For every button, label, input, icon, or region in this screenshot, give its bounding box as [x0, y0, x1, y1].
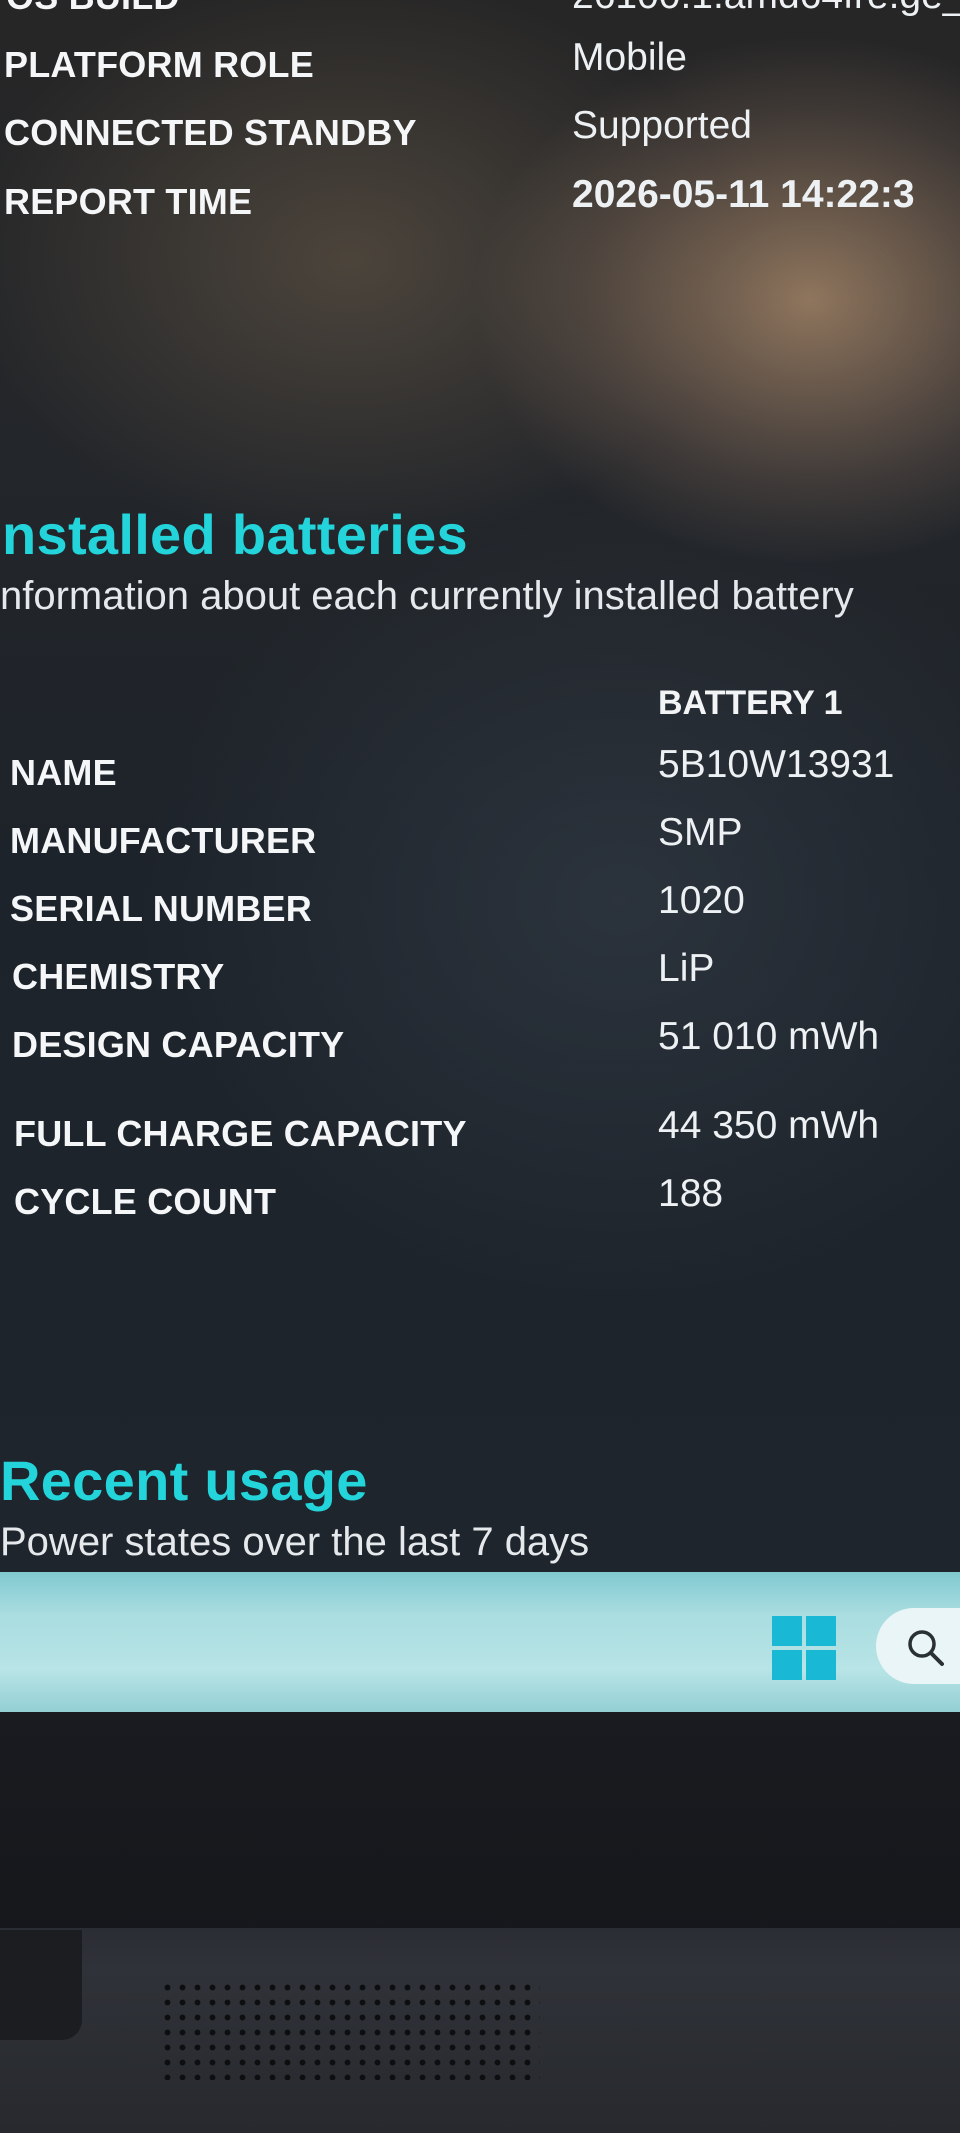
battery-report-page: OS BUILD 26100.1.amd64fre.ge_ PLATFORM R…: [0, 0, 960, 1572]
battery-design-capacity-value: 51 010 mWh: [658, 1015, 880, 1058]
platform-role-value: Mobile: [572, 36, 687, 79]
battery-design-capacity-label: DESIGN CAPACITY: [12, 1024, 345, 1065]
search-button[interactable]: [876, 1608, 960, 1684]
hinge-corner: [0, 1930, 82, 2040]
connected-standby-label: CONNECTED STANDBY: [4, 112, 417, 153]
report-time-label: REPORT TIME: [4, 181, 253, 222]
recent-usage-heading: Recent usage: [0, 1449, 368, 1512]
speaker-grille: [160, 1980, 540, 2080]
search-icon: [908, 1630, 944, 1666]
connected-standby-value: Supported: [572, 104, 752, 147]
battery-chemistry-value: LiP: [658, 947, 715, 990]
battery-serial-number-label: SERIAL NUMBER: [10, 888, 312, 929]
report-time-value: 2026-05-11 14:22:3: [572, 173, 915, 216]
photo-of-laptop-screen: OS BUILD 26100.1.amd64fre.ge_ PLATFORM R…: [0, 0, 960, 2133]
battery-manufacturer-value: SMP: [658, 811, 743, 854]
battery-chemistry-label: CHEMISTRY: [12, 956, 225, 997]
platform-role-label: PLATFORM ROLE: [4, 44, 314, 85]
battery-full-charge-capacity-value: 44 350 mWh: [658, 1104, 880, 1147]
os-build-value: 26100.1.amd64fre.ge_: [572, 0, 960, 18]
installed-batteries-subtitle: nformation about each currently installe…: [0, 574, 854, 618]
battery-name-value: 5B10W13931: [658, 743, 895, 786]
recent-usage-subtitle: Power states over the last 7 days: [0, 1520, 590, 1564]
installed-batteries-heading: nstalled batteries: [2, 503, 469, 566]
battery-cycle-count-value: 188: [658, 1172, 724, 1215]
screen-bezel: [0, 1712, 960, 1942]
taskbar: [0, 1572, 960, 1712]
battery-1-column-header: BATTERY 1: [658, 684, 843, 722]
battery-manufacturer-label: MANUFACTURER: [10, 820, 317, 861]
battery-full-charge-capacity-label: FULL CHARGE CAPACITY: [14, 1113, 467, 1154]
battery-serial-number-value: 1020: [658, 879, 745, 922]
windows-start-icon[interactable]: [772, 1616, 836, 1680]
os-build-label: OS BUILD: [6, 0, 180, 18]
battery-name-label: NAME: [10, 752, 117, 793]
battery-cycle-count-label: CYCLE COUNT: [14, 1181, 277, 1222]
